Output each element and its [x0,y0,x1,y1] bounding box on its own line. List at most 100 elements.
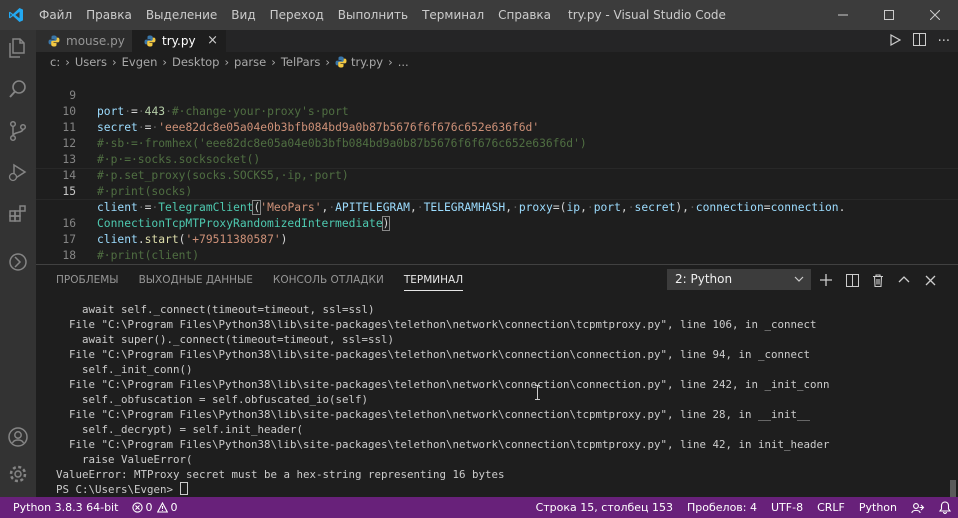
chevron-right-icon: › [224,55,230,69]
terminal-output[interactable]: await self._connect(timeout=timeout, ssl… [56,302,946,497]
python-interpreter[interactable]: Python 3.8.3 64-bit [0,497,125,518]
activity-bar [0,30,36,497]
breadcrumb-item[interactable]: Evgen [122,55,158,69]
tab-problems[interactable]: ПРОБЛЕМЫ [56,265,119,295]
search-icon[interactable] [0,71,36,107]
terminal-line: raise ValueError( [56,453,193,466]
code-line: 18 [36,232,76,262]
tab-label: try.py [162,34,196,48]
maximize-button[interactable] [866,0,912,30]
breadcrumb: c: › Users › Evgen › Desktop › parse › TelPar… [36,52,958,72]
code-text: #·p·=·socks.socksocket() [97,153,261,166]
breadcrumb-item[interactable]: TelPars [281,55,321,69]
maximize-panel-icon[interactable] [896,272,912,288]
terminal-cursor [179,482,188,495]
chevron-right-icon: › [388,55,393,69]
terminal-line: await super()._connect(timeout=timeout, … [56,333,395,346]
status-bar-right: Строка 15, столбец 153 Пробелов: 4 UTF-8… [529,497,958,518]
code-text: #·p.set_proxy(socks.SOCKS5,·ip,·port) [97,169,349,182]
chevron-right-icon: › [112,55,117,69]
code-text: client·=·TelegramClient('MeoPars',·APITE… [97,200,846,215]
breadcrumb-item[interactable]: Desktop [172,55,219,69]
code-text: #·print(client) [97,249,200,262]
code-editor[interactable]: 9 port·=·443·#·change·your·proxy's·port … [36,72,958,264]
account-icon[interactable] [0,419,36,455]
more-actions-icon[interactable]: ··· [938,34,950,49]
warning-icon [157,502,169,513]
trash-icon[interactable] [870,272,886,288]
terminal-line: File "C:\Program Files\Python38\lib\site… [56,348,811,361]
editor-tabs: mouse.py try.py × ··· [36,30,958,52]
new-terminal-icon[interactable] [818,272,834,288]
menu-bar: Файл Правка Выделение Вид Переход Выполн… [32,0,558,30]
tab-mouse-py[interactable]: mouse.py [36,30,132,52]
error-icon [132,502,144,513]
tab-output[interactable]: ВЫХОДНЫЕ ДАННЫЕ [139,265,253,295]
language-mode[interactable]: Python [852,497,904,518]
code-line: 17 #·print(client) [36,216,199,262]
code-line: 15 client·=·TelegramClient('MeoPars',·AP… [36,168,845,215]
terminal-line: await self._connect(timeout=timeout, ssl… [56,303,375,316]
minimize-button[interactable] [820,0,866,30]
code-line: 9 port·=·443·#·change·your·proxy's·port [36,72,349,118]
manage-gear-icon[interactable] [0,456,36,492]
python-file-icon [48,35,60,47]
bottom-panel: ПРОБЛЕМЫ ВЫХОДНЫЕ ДАННЫЕ КОНСОЛЬ ОТЛАДКИ… [36,264,958,498]
menu-file[interactable]: Файл [32,0,79,30]
terminal-line: File "C:\Program Files\Python38\lib\site… [56,438,830,451]
terminal-line: self._obfuscation = self.obfuscated_io(s… [56,393,369,406]
notifications-bell-icon[interactable] [932,501,958,514]
menu-edit[interactable]: Правка [79,0,139,30]
live-share-icon[interactable] [904,502,932,514]
line-number: 18 [62,249,76,262]
menu-run[interactable]: Выполнить [331,0,415,30]
tab-debug-console[interactable]: КОНСОЛЬ ОТЛАДКИ [273,265,384,295]
close-button[interactable] [912,0,958,30]
end-of-line[interactable]: CRLF [810,497,852,518]
menu-help[interactable]: Справка [491,0,558,30]
error-count: 0 [145,501,153,514]
menu-terminal[interactable]: Терминал [415,0,491,30]
terminal-scrollbar[interactable] [950,480,956,498]
close-panel-icon[interactable] [922,272,938,288]
breadcrumb-item[interactable]: try.py [351,55,383,69]
panel-actions [818,269,938,291]
tab-terminal[interactable]: ТЕРМИНАЛ [403,265,464,295]
tab-try-py[interactable]: try.py × [132,30,226,52]
split-editor-icon[interactable] [912,33,926,49]
terminal-select-dropdown[interactable]: 2: Python [667,269,811,290]
remote-explorer-icon[interactable] [0,244,36,280]
menu-go[interactable]: Переход [263,0,331,30]
code-text: #·sb·=·fromhex('eee82dc8e05a04e0b3bfb084… [97,137,587,150]
chevron-right-icon: › [325,55,330,69]
menu-view[interactable]: Вид [224,0,262,30]
indentation[interactable]: Пробелов: 4 [680,497,764,518]
tab-close-icon[interactable]: × [207,33,218,48]
explorer-icon[interactable] [0,30,36,66]
encoding[interactable]: UTF-8 [764,497,810,518]
breadcrumb-item[interactable]: c: [50,55,60,69]
code-line: 12 #·p·=·socks.socksocket() [36,120,260,166]
run-file-icon[interactable] [889,33,901,49]
extensions-icon[interactable] [0,196,36,232]
source-control-icon[interactable] [0,113,36,149]
title-bar: Файл Правка Выделение Вид Переход Выполн… [0,0,958,30]
breadcrumb-item[interactable]: parse [234,55,266,69]
run-debug-icon[interactable] [0,154,36,190]
menu-selection[interactable]: Выделение [139,0,224,30]
code-line: 13 #·p.set_proxy(socks.SOCKS5,·ip,·port) [36,136,348,182]
breadcrumb-item[interactable]: Users [75,55,107,69]
split-terminal-icon[interactable] [844,272,860,288]
code-line: 16 client.start('+79511380587') [36,200,287,246]
window-controls [820,0,958,30]
problems-status[interactable]: 0 0 [125,497,184,518]
cursor-position[interactable]: Строка 15, столбец 153 [529,497,680,518]
code-text: port·=·443·#·change·your·proxy's·port [97,105,349,118]
terminal-prompt: PS C:\Users\Evgen> [56,483,180,496]
terminal-line: File "C:\Program Files\Python38\lib\site… [56,378,830,391]
code-line: ConnectionTcpMTProxyRandomizedIntermedia… [36,184,391,231]
code-text: ConnectionTcpMTProxyRandomizedIntermedia… [97,216,391,231]
terminal-line: self._decrypt) = self.init_header( [56,423,304,436]
editor-actions: ··· [889,30,950,52]
breadcrumb-item[interactable]: ... [398,55,409,69]
